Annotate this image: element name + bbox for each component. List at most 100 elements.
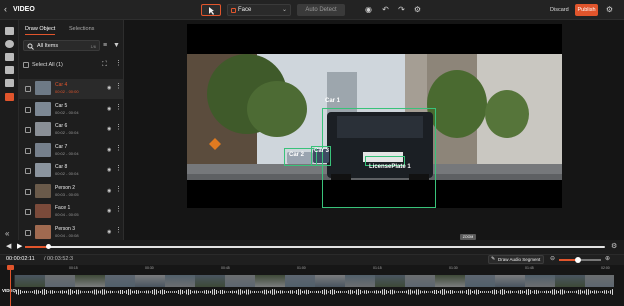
play-icon[interactable]: ▶ xyxy=(17,243,22,250)
advanced-settings-icon[interactable]: ⚙ xyxy=(605,5,614,14)
waveform-bar xyxy=(444,289,445,295)
waveform-bar xyxy=(176,291,177,293)
list-item[interactable]: Car 7 00:02 - 00:04 ◉ ⋮ xyxy=(19,141,123,161)
skip-back-icon[interactable]: ◀ xyxy=(6,243,11,250)
waveform-bar xyxy=(430,291,431,293)
more-icon[interactable]: ⋮ xyxy=(115,206,122,213)
search-input[interactable]: All Items 1/6 xyxy=(23,40,100,51)
playhead[interactable] xyxy=(10,265,11,306)
more-icon[interactable]: ⋮ xyxy=(115,145,122,152)
eye-icon[interactable]: ◉ xyxy=(107,167,111,173)
class-select[interactable]: Face ⌄ xyxy=(227,4,291,16)
more-icon[interactable]: ⋮ xyxy=(115,60,122,67)
waveform-bar xyxy=(582,290,583,294)
eye-icon[interactable]: ◉ xyxy=(107,106,111,112)
item-checkbox[interactable] xyxy=(25,209,31,215)
collapse-icon[interactable]: « xyxy=(5,230,9,238)
zoom-out-icon[interactable]: ⊖ xyxy=(550,256,555,262)
settings-icon[interactable]: ⚙ xyxy=(413,5,422,14)
back-arrow-icon[interactable]: ‹ xyxy=(4,5,10,14)
list-item[interactable]: Face 1 00:04 - 00:05 ◉ ⋮ xyxy=(19,202,123,222)
tab-draw-object[interactable]: Draw Object xyxy=(25,26,56,35)
waveform-bar xyxy=(486,291,487,293)
more-icon[interactable]: ⋮ xyxy=(115,124,122,131)
eye-icon[interactable]: ◉ xyxy=(107,147,111,153)
focus-icon[interactable]: ⛶ xyxy=(102,61,107,68)
waveform-bar xyxy=(120,289,121,295)
item-checkbox[interactable] xyxy=(25,147,31,154)
item-time: 00:02 - 00:04 xyxy=(55,150,79,156)
waveform-bar xyxy=(34,290,35,294)
waveform-bar xyxy=(312,291,313,293)
cut-icon[interactable] xyxy=(5,93,14,101)
folder-icon[interactable] xyxy=(5,79,14,87)
player-settings-icon[interactable]: ⚙ xyxy=(611,243,617,250)
waveform-bar xyxy=(468,289,469,295)
waveform-bar xyxy=(464,291,465,293)
video-frame[interactable]: Car 1 Car 2 Car 3 LicensePlate 1 xyxy=(187,24,562,208)
undo-icon[interactable]: ↶ xyxy=(381,5,390,14)
auto-detect-button[interactable]: Auto Detect xyxy=(297,4,345,16)
more-icon[interactable]: ⋮ xyxy=(115,104,122,111)
waveform-bar xyxy=(502,289,503,295)
tab-selections[interactable]: Selections xyxy=(69,26,94,32)
object-panel: Draw Object Selections All Items 1/6 ≡ ▼… xyxy=(19,20,124,240)
waveform-bar xyxy=(252,291,253,293)
tag-icon xyxy=(231,8,236,13)
eye-icon[interactable]: ◉ xyxy=(364,5,373,14)
list-view-icon[interactable]: ≡ xyxy=(103,42,107,49)
home-icon[interactable] xyxy=(5,27,14,35)
item-checkbox[interactable] xyxy=(25,106,31,113)
eye-icon[interactable]: ◉ xyxy=(107,188,111,194)
filter-icon[interactable]: ▼ xyxy=(113,42,120,49)
waveform-bar xyxy=(226,291,227,293)
waveform-bar xyxy=(436,289,437,295)
image-icon[interactable] xyxy=(5,66,14,74)
item-checkbox[interactable] xyxy=(25,188,31,195)
eye-icon[interactable]: ◉ xyxy=(107,126,111,132)
discard-button[interactable]: Discard xyxy=(550,7,569,13)
waveform-bar xyxy=(374,290,375,294)
more-icon[interactable]: ⋮ xyxy=(115,227,122,234)
item-checkbox[interactable] xyxy=(25,229,31,236)
item-checkbox[interactable] xyxy=(25,168,31,174)
waveform-bar xyxy=(144,291,145,293)
waveform-bar xyxy=(358,289,359,295)
waveform-bar xyxy=(586,289,587,295)
zoom-slider-knob[interactable] xyxy=(574,257,581,263)
list-item[interactable]: Car 6 00:02 - 00:04 ◉ ⋮ xyxy=(19,120,123,140)
filmstrip[interactable] xyxy=(14,275,614,287)
playhead-handle[interactable] xyxy=(7,265,14,270)
waveform-bar xyxy=(552,289,553,295)
zoom-in-icon[interactable]: ⊕ xyxy=(605,256,610,262)
layers-icon[interactable] xyxy=(5,53,14,61)
waveform-bar xyxy=(78,289,79,295)
redo-icon[interactable]: ↷ xyxy=(397,5,406,14)
list-item[interactable]: Car 8 00:02 - 00:04 ◉ ⋮ xyxy=(19,161,123,181)
waveform-bar xyxy=(212,289,213,295)
audio-waveform[interactable] xyxy=(14,288,614,296)
list-item[interactable]: Car 5 00:02 - 00:04 ◉ ⋮ xyxy=(19,100,123,120)
item-checkbox[interactable] xyxy=(25,127,31,133)
more-icon[interactable]: ⋮ xyxy=(115,186,122,193)
list-item[interactable]: Person 2 00:03 - 00:05 ◉ ⋮ xyxy=(19,182,123,202)
waveform-bar xyxy=(104,289,105,295)
select-all-checkbox[interactable] xyxy=(23,62,29,68)
waveform-bar xyxy=(532,291,533,293)
eye-icon[interactable]: ◉ xyxy=(107,229,111,235)
more-icon[interactable]: ⋮ xyxy=(115,83,122,90)
select-tool-button[interactable] xyxy=(201,4,221,16)
publish-button[interactable]: Publish xyxy=(575,4,598,16)
eye-icon[interactable]: ◉ xyxy=(107,208,111,214)
waveform-bar xyxy=(54,290,55,294)
waveform-bar xyxy=(600,291,601,293)
item-checkbox[interactable] xyxy=(25,86,31,92)
progress-track[interactable] xyxy=(25,246,605,248)
list-item[interactable]: Car 4 00:02 - 00:00 ◉ ⋮ xyxy=(19,79,123,99)
more-icon[interactable]: ⋮ xyxy=(115,165,122,172)
item-thumbnail xyxy=(35,142,51,157)
eye-icon[interactable]: ◉ xyxy=(107,85,111,91)
draw-audio-segment-button[interactable]: ✎ Draw Audio Segment xyxy=(488,255,544,264)
info-icon[interactable] xyxy=(5,40,14,48)
waveform-bar xyxy=(404,291,405,293)
